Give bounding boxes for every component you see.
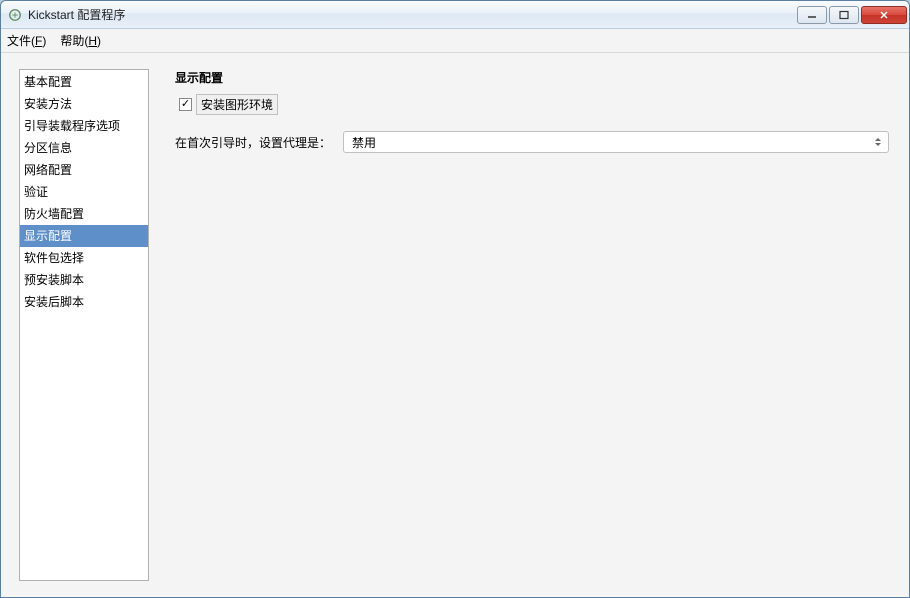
window-controls <box>795 6 907 24</box>
install-gui-checkbox[interactable] <box>179 98 192 111</box>
app-icon <box>7 7 23 23</box>
sidebar-item[interactable]: 安装后脚本 <box>20 291 148 313</box>
app-window: Kickstart 配置程序 文件(F) 帮助(H) 基本配置安装方法引导装载程… <box>0 0 910 598</box>
window-title: Kickstart 配置程序 <box>28 6 795 23</box>
menubar: 文件(F) 帮助(H) <box>1 29 909 53</box>
sidebar-item[interactable]: 验证 <box>20 181 148 203</box>
sidebar: 基本配置安装方法引导装载程序选项分区信息网络配置验证防火墙配置显示配置软件包选择… <box>19 69 149 581</box>
agent-label: 在首次引导时，设置代理是： <box>175 134 331 151</box>
menu-help-accel: H <box>88 34 97 48</box>
sidebar-item[interactable]: 引导装载程序选项 <box>20 115 148 137</box>
install-gui-row: 安装图形环境 <box>179 94 889 115</box>
sidebar-item[interactable]: 软件包选择 <box>20 247 148 269</box>
close-button[interactable] <box>861 6 907 24</box>
agent-row: 在首次引导时，设置代理是： 禁用 <box>175 131 889 153</box>
install-gui-label: 安装图形环境 <box>196 94 278 115</box>
sidebar-item[interactable]: 预安装脚本 <box>20 269 148 291</box>
sidebar-item[interactable]: 防火墙配置 <box>20 203 148 225</box>
menu-help[interactable]: 帮助(H) <box>60 32 101 49</box>
titlebar[interactable]: Kickstart 配置程序 <box>1 1 909 29</box>
menu-file-accel: F <box>35 34 42 48</box>
sidebar-item[interactable]: 安装方法 <box>20 93 148 115</box>
agent-select-value: 禁用 <box>352 134 376 151</box>
agent-select-wrap: 禁用 <box>343 131 889 153</box>
content-area: 基本配置安装方法引导装载程序选项分区信息网络配置验证防火墙配置显示配置软件包选择… <box>1 53 909 597</box>
main-panel: 显示配置 安装图形环境 在首次引导时，设置代理是： 禁用 <box>149 69 909 581</box>
sidebar-item[interactable]: 显示配置 <box>20 225 148 247</box>
menu-file[interactable]: 文件(F) <box>7 32 46 49</box>
minimize-button[interactable] <box>797 6 827 24</box>
menu-file-label: 文件 <box>7 34 31 48</box>
sidebar-item[interactable]: 分区信息 <box>20 137 148 159</box>
updown-icon <box>871 135 885 149</box>
section-title: 显示配置 <box>175 69 889 86</box>
sidebar-item[interactable]: 基本配置 <box>20 71 148 93</box>
sidebar-item[interactable]: 网络配置 <box>20 159 148 181</box>
maximize-button[interactable] <box>829 6 859 24</box>
menu-help-label: 帮助 <box>60 34 84 48</box>
agent-select[interactable]: 禁用 <box>343 131 889 153</box>
